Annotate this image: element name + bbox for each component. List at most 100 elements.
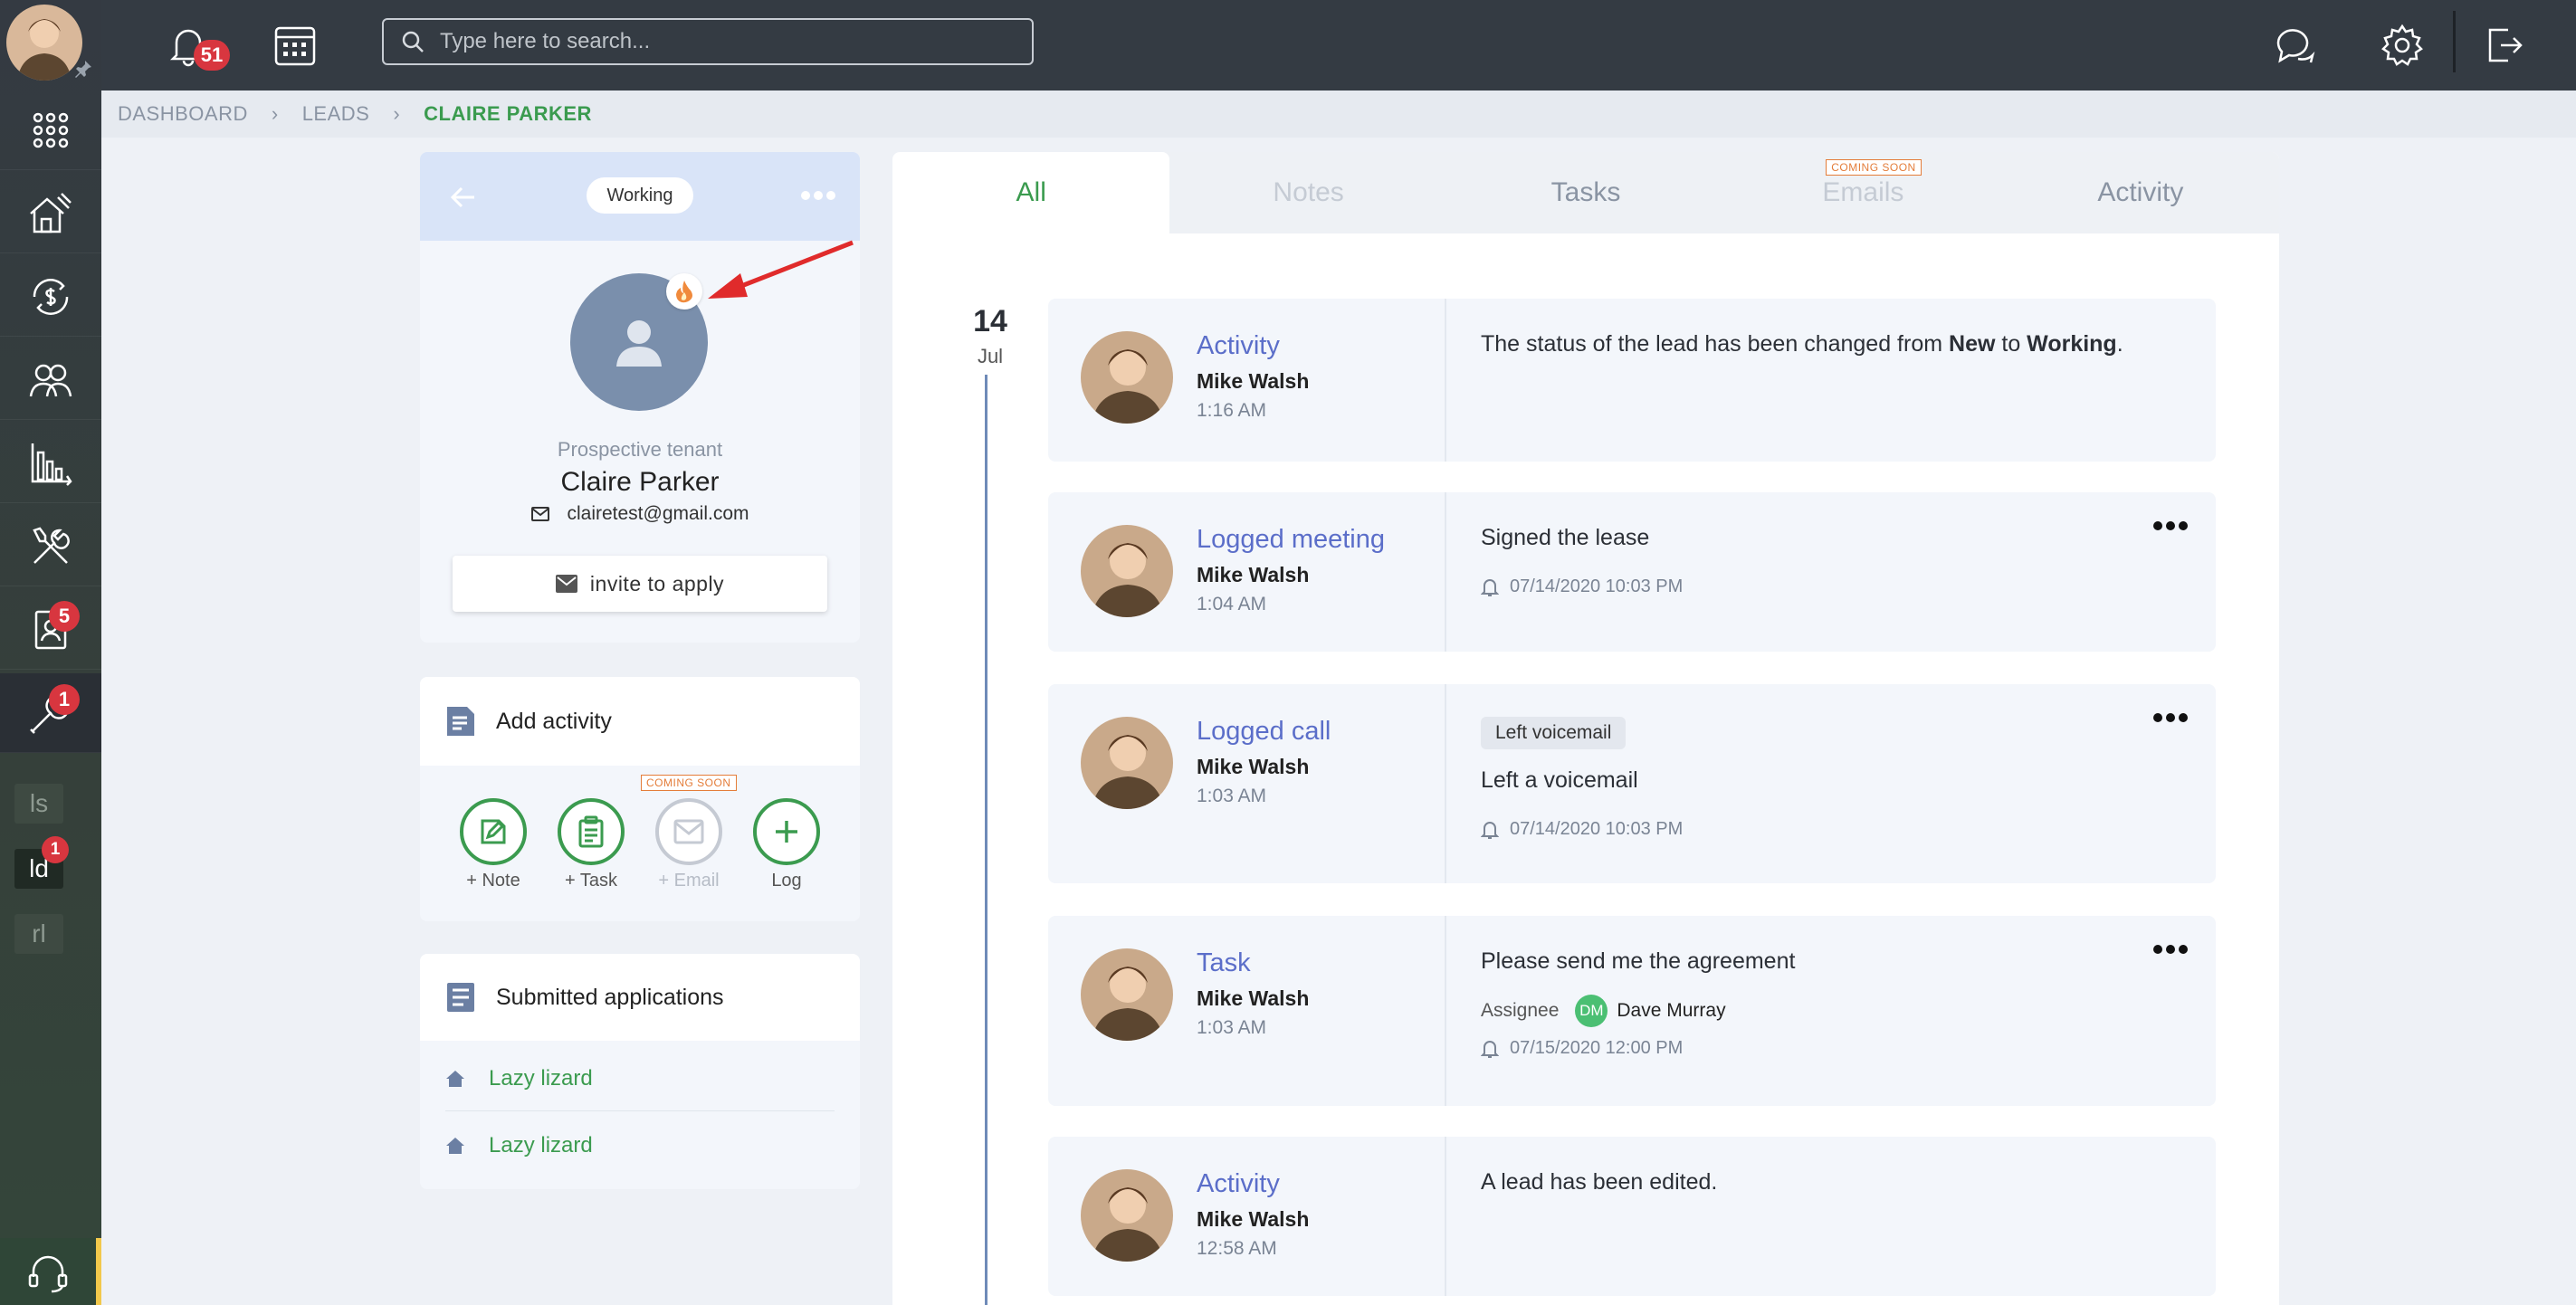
entry-time: 1:03 AM — [1197, 786, 1267, 806]
logout-icon — [2488, 28, 2523, 62]
chevron-right-icon: › — [393, 102, 401, 125]
timeline-entry: Activity Mike Walsh 1:16 AM The status o… — [1048, 299, 2216, 462]
entry-body: A lead has been edited. — [1481, 1169, 2180, 1195]
invite-label: invite to apply — [589, 571, 725, 595]
nav-apps-grid[interactable] — [0, 90, 101, 170]
log-button[interactable] — [753, 798, 820, 865]
tab-activity[interactable]: Activity — [2002, 152, 2279, 233]
nav-reports[interactable] — [0, 424, 101, 503]
tab-tasks[interactable]: Tasks — [1447, 152, 1724, 233]
task-icon — [578, 815, 604, 848]
pin-icon[interactable] — [72, 58, 94, 80]
house-icon — [30, 192, 72, 233]
mini-item-ls[interactable]: ls — [14, 784, 63, 824]
hot-lead-indicator — [666, 273, 702, 310]
user-avatar[interactable] — [6, 5, 82, 81]
lead-status-pill[interactable]: Working — [587, 177, 693, 214]
submitted-applications-card: Submitted applications Lazy lizard Lazy … — [420, 954, 860, 1189]
nav-applications[interactable]: 5 — [0, 590, 101, 670]
entry-reminder: 07/14/2020 10:03 PM — [1481, 576, 2180, 597]
timeline-entry: Activity Mike Walsh 12:58 AM A lead has … — [1048, 1137, 2216, 1296]
reminder-date: 07/15/2020 12:00 PM — [1510, 1038, 1684, 1058]
applications-badge: 5 — [49, 601, 80, 632]
add-email-button — [655, 798, 722, 865]
entry-author: Mike Walsh — [1197, 1207, 1310, 1231]
add-note-button[interactable] — [460, 798, 527, 865]
entry-body: Please send me the agreement Assignee DM… — [1481, 948, 2180, 1059]
search-box[interactable] — [382, 18, 1034, 65]
entry-body: Left voicemail Left a voicemail 07/14/20… — [1481, 717, 2180, 840]
lead-email[interactable]: clairetest@gmail.com — [420, 503, 860, 525]
home-icon — [446, 1070, 464, 1087]
mail-icon — [531, 507, 550, 521]
search-icon — [402, 31, 424, 52]
notifications-button[interactable]: 51 — [159, 16, 230, 74]
status-from: New — [1949, 331, 1996, 357]
back-arrow-icon[interactable] — [445, 179, 482, 215]
entry-author: Mike Walsh — [1197, 986, 1310, 1010]
home-icon — [446, 1138, 464, 1154]
top-bar: 51 — [101, 0, 2576, 90]
entry-type[interactable]: Task — [1197, 948, 1251, 978]
timeline-panel: All Notes Tasks Emails COMING SOON Activ… — [892, 152, 2279, 1305]
entry-body: The status of the lead has been changed … — [1481, 331, 2180, 357]
assignee-name[interactable]: Dave Murray — [1617, 1000, 1725, 1022]
timeline-month: Jul — [977, 345, 1004, 367]
invite-to-apply-button[interactable]: invite to apply — [453, 556, 827, 612]
email-icon — [673, 819, 704, 844]
tab-emails: Emails COMING SOON — [1724, 152, 2001, 233]
chat-button[interactable] — [2265, 16, 2323, 74]
add-activity-title: Add activity — [496, 708, 612, 734]
application-item[interactable]: Lazy lizard — [445, 1046, 835, 1111]
author-avatar — [1081, 717, 1173, 809]
topbar-divider — [2453, 11, 2456, 72]
notification-count-badge: 51 — [194, 40, 230, 71]
support-button[interactable] — [0, 1238, 101, 1305]
nav-maintenance[interactable]: 1 — [0, 673, 101, 753]
timeline-tabs: All Notes Tasks Emails COMING SOON Activ… — [892, 152, 2279, 233]
note-icon — [481, 819, 506, 844]
entry-type[interactable]: Logged call — [1197, 717, 1331, 747]
chevron-right-icon: › — [271, 102, 279, 125]
plus-icon — [776, 821, 797, 843]
tab-notes: Notes — [1273, 177, 1344, 207]
entry-text: . — [2116, 331, 2123, 357]
assignee-label: Assignee — [1481, 1000, 1560, 1021]
settings-button[interactable] — [2373, 16, 2431, 74]
lead-profile-card: Working Prospective tenant Claire Parker… — [420, 152, 860, 643]
chart-icon — [31, 443, 72, 486]
nav-payments[interactable] — [0, 257, 101, 337]
calendar-button[interactable] — [266, 16, 324, 74]
search-input[interactable] — [440, 29, 1001, 54]
application-item[interactable]: Lazy lizard — [445, 1113, 835, 1178]
lead-email-text: clairetest@gmail.com — [567, 503, 749, 524]
add-task-button[interactable] — [558, 798, 625, 865]
timeline-entry: Logged meeting Mike Walsh 1:04 AM Signed… — [1048, 492, 2216, 652]
entry-type[interactable]: Activity — [1197, 331, 1280, 361]
bell-icon — [1481, 578, 1499, 596]
document-icon — [447, 707, 474, 736]
assignee-avatar: DM — [1575, 995, 1608, 1027]
nav-properties[interactable] — [0, 174, 101, 253]
status-to: Working — [2027, 331, 2117, 357]
mini-item-rl[interactable]: rl — [14, 914, 63, 954]
breadcrumb-leads[interactable]: LEADS — [302, 102, 370, 126]
author-avatar — [1081, 331, 1173, 424]
entry-type[interactable]: Activity — [1197, 1169, 1280, 1199]
submitted-applications-title: Submitted applications — [496, 984, 724, 1010]
timeline-date: 14 Jul — [963, 304, 1017, 368]
tab-emails-label: Emails — [1822, 177, 1904, 207]
maintenance-badge: 1 — [49, 684, 80, 715]
left-nav: 5 1 ls ld 1 rl — [0, 0, 101, 1305]
entry-time: 12:58 AM — [1197, 1238, 1277, 1259]
breadcrumb-dashboard[interactable]: DASHBOARD — [118, 102, 248, 126]
entry-text: A lead has been edited. — [1481, 1169, 1718, 1195]
annotation-arrow-icon — [708, 240, 854, 299]
nav-people[interactable] — [0, 340, 101, 420]
nav-tools[interactable] — [0, 507, 101, 586]
tab-all[interactable]: All — [892, 152, 1170, 233]
entry-type[interactable]: Logged meeting — [1197, 525, 1385, 555]
logout-button[interactable] — [2475, 16, 2533, 74]
mini-ld-badge: 1 — [42, 836, 69, 863]
more-options-icon[interactable] — [800, 186, 836, 205]
